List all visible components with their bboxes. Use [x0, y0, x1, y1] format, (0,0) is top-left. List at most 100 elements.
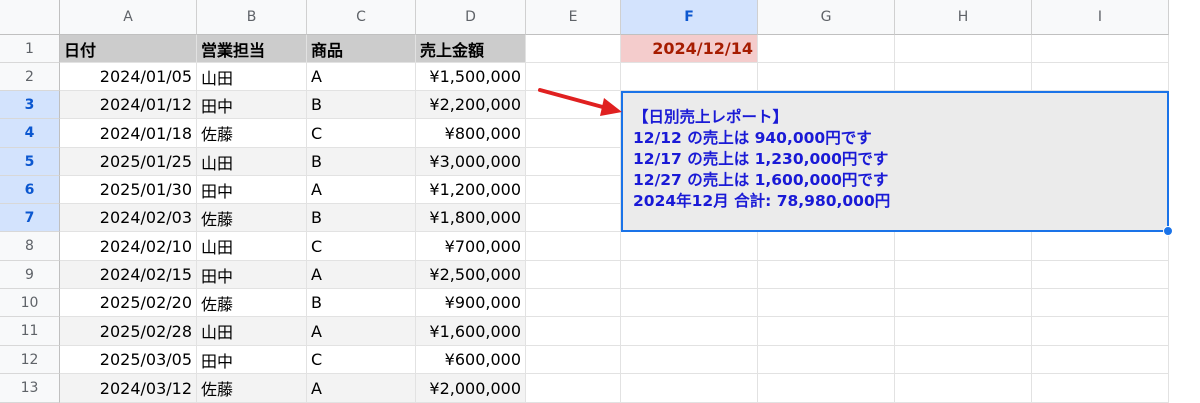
cell-e4[interactable] — [526, 119, 621, 148]
cell-e9[interactable] — [526, 261, 621, 289]
cell-f12[interactable] — [621, 346, 758, 374]
cell-e6[interactable] — [526, 176, 621, 204]
cell-g1[interactable] — [758, 35, 895, 63]
cell-g13[interactable] — [758, 374, 895, 403]
cell-f9[interactable] — [621, 261, 758, 289]
report-textbox[interactable]: 【日別売上レポート】 12/12 の売上は 940,000円です 12/17 の… — [621, 91, 1169, 232]
cell-i13[interactable] — [1032, 374, 1169, 403]
cell-f11[interactable] — [621, 317, 758, 346]
cell-i10[interactable] — [1032, 289, 1169, 317]
row-header-5[interactable]: 5 — [0, 148, 60, 176]
cell-a9[interactable]: 2024/02/15 — [60, 261, 197, 289]
cell-f1[interactable]: 2024/12/14 — [621, 35, 758, 63]
column-header-e[interactable]: E — [526, 0, 621, 35]
cell-i2[interactable] — [1032, 63, 1169, 91]
column-header-d[interactable]: D — [416, 0, 526, 35]
cell-g10[interactable] — [758, 289, 895, 317]
cell-b8[interactable]: 山田 — [197, 232, 307, 261]
cell-c6[interactable]: A — [307, 176, 416, 204]
row-header-4[interactable]: 4 — [0, 119, 60, 148]
row-header-8[interactable]: 8 — [0, 232, 60, 261]
row-header-13[interactable]: 13 — [0, 374, 60, 403]
cell-c7[interactable]: B — [307, 204, 416, 232]
cell-h10[interactable] — [895, 289, 1032, 317]
column-header-i[interactable]: I — [1032, 0, 1169, 35]
cell-g9[interactable] — [758, 261, 895, 289]
column-header-c[interactable]: C — [307, 0, 416, 35]
cell-i12[interactable] — [1032, 346, 1169, 374]
row-header-2[interactable]: 2 — [0, 63, 60, 91]
cell-d10[interactable]: ¥900,000 — [416, 289, 526, 317]
cell-h1[interactable] — [895, 35, 1032, 63]
row-header-1[interactable]: 1 — [0, 35, 60, 63]
resize-handle[interactable] — [1163, 226, 1173, 236]
cell-a5[interactable]: 2025/01/25 — [60, 148, 197, 176]
cell-e10[interactable] — [526, 289, 621, 317]
cell-e7[interactable] — [526, 204, 621, 232]
row-header-7[interactable]: 7 — [0, 204, 60, 232]
row-header-12[interactable]: 12 — [0, 346, 60, 374]
cell-e5[interactable] — [526, 148, 621, 176]
cell-c5[interactable]: B — [307, 148, 416, 176]
cell-g11[interactable] — [758, 317, 895, 346]
cell-d4[interactable]: ¥800,000 — [416, 119, 526, 148]
cell-a3[interactable]: 2024/01/12 — [60, 91, 197, 119]
cell-i8[interactable] — [1032, 232, 1169, 261]
cell-a12[interactable]: 2025/03/05 — [60, 346, 197, 374]
cell-h12[interactable] — [895, 346, 1032, 374]
column-header-h[interactable]: H — [895, 0, 1032, 35]
cell-d5[interactable]: ¥3,000,000 — [416, 148, 526, 176]
cell-a2[interactable]: 2024/01/05 — [60, 63, 197, 91]
cell-b4[interactable]: 佐藤 — [197, 119, 307, 148]
cell-b11[interactable]: 山田 — [197, 317, 307, 346]
cell-d6[interactable]: ¥1,200,000 — [416, 176, 526, 204]
cell-a8[interactable]: 2024/02/10 — [60, 232, 197, 261]
cell-b9[interactable]: 田中 — [197, 261, 307, 289]
cell-e13[interactable] — [526, 374, 621, 403]
cell-d13[interactable]: ¥2,000,000 — [416, 374, 526, 403]
cell-c11[interactable]: A — [307, 317, 416, 346]
row-header-11[interactable]: 11 — [0, 317, 60, 346]
cell-e11[interactable] — [526, 317, 621, 346]
row-header-3[interactable]: 3 — [0, 91, 60, 119]
cell-b10[interactable]: 佐藤 — [197, 289, 307, 317]
cell-b12[interactable]: 田中 — [197, 346, 307, 374]
cell-b6[interactable]: 田中 — [197, 176, 307, 204]
cell-f2[interactable] — [621, 63, 758, 91]
cell-c2[interactable]: A — [307, 63, 416, 91]
column-header-g[interactable]: G — [758, 0, 895, 35]
cell-h13[interactable] — [895, 374, 1032, 403]
cell-d9[interactable]: ¥2,500,000 — [416, 261, 526, 289]
cell-a13[interactable]: 2024/03/12 — [60, 374, 197, 403]
cell-g2[interactable] — [758, 63, 895, 91]
row-header-9[interactable]: 9 — [0, 261, 60, 289]
cell-b3[interactable]: 田中 — [197, 91, 307, 119]
cell-b2[interactable]: 山田 — [197, 63, 307, 91]
cell-f13[interactable] — [621, 374, 758, 403]
cell-h9[interactable] — [895, 261, 1032, 289]
cell-a10[interactable]: 2025/02/20 — [60, 289, 197, 317]
cell-h11[interactable] — [895, 317, 1032, 346]
cell-i1[interactable] — [1032, 35, 1169, 63]
row-header-6[interactable]: 6 — [0, 176, 60, 204]
cell-a6[interactable]: 2025/01/30 — [60, 176, 197, 204]
cell-f10[interactable] — [621, 289, 758, 317]
cell-c13[interactable]: A — [307, 374, 416, 403]
cell-b7[interactable]: 佐藤 — [197, 204, 307, 232]
cell-a1[interactable]: 日付 — [60, 35, 197, 63]
cell-a7[interactable]: 2024/02/03 — [60, 204, 197, 232]
cell-b13[interactable]: 佐藤 — [197, 374, 307, 403]
cell-a11[interactable]: 2025/02/28 — [60, 317, 197, 346]
cell-c1[interactable]: 商品 — [307, 35, 416, 63]
cell-b1[interactable]: 営業担当 — [197, 35, 307, 63]
cell-g8[interactable] — [758, 232, 895, 261]
cell-h2[interactable] — [895, 63, 1032, 91]
row-header-10[interactable]: 10 — [0, 289, 60, 317]
cell-h8[interactable] — [895, 232, 1032, 261]
cell-e8[interactable] — [526, 232, 621, 261]
cell-c12[interactable]: C — [307, 346, 416, 374]
cell-c4[interactable]: C — [307, 119, 416, 148]
cell-c9[interactable]: A — [307, 261, 416, 289]
cell-c3[interactable]: B — [307, 91, 416, 119]
cell-f8[interactable] — [621, 232, 758, 261]
